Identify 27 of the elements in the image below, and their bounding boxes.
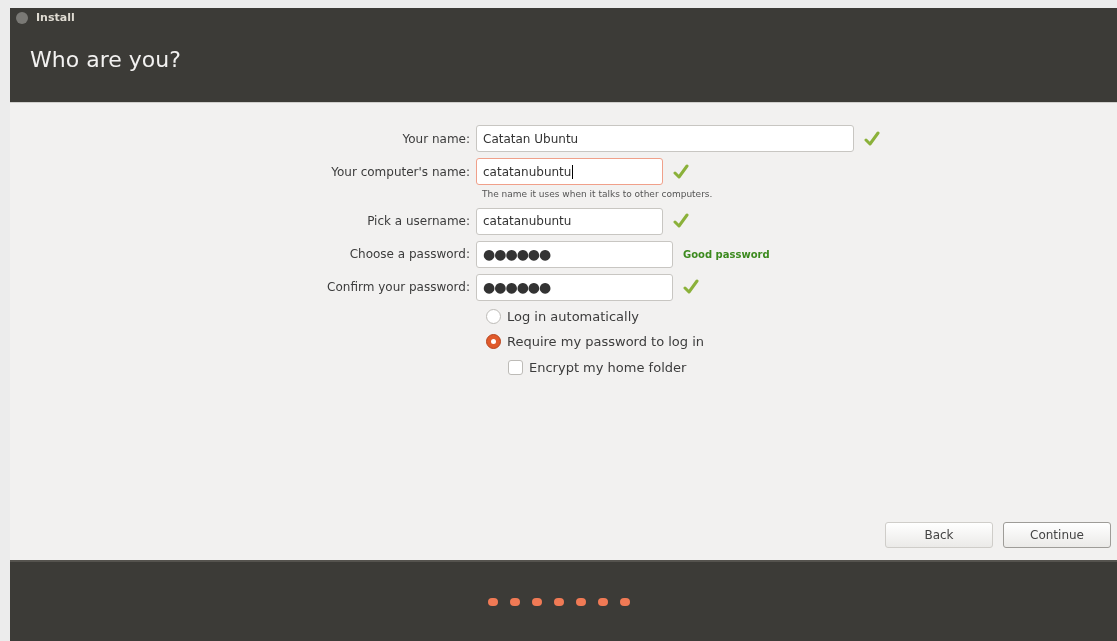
radio-button[interactable] xyxy=(486,308,501,324)
checkmark-icon xyxy=(864,130,880,147)
password-field[interactable]: ●●●●●● xyxy=(476,273,673,301)
continue-button[interactable]: Continue xyxy=(1003,522,1111,548)
radio-label: Require my password to log in xyxy=(507,333,705,351)
password-field[interactable]: ●●●●●● xyxy=(476,240,673,268)
checkmark-icon xyxy=(683,279,699,295)
checkmark-icon xyxy=(673,163,689,180)
checkmark-icon xyxy=(673,213,689,229)
field-hint: The name it uses when it talks to other computers. xyxy=(482,188,714,201)
page-heading: Who are you? xyxy=(30,45,181,74)
field-label: Pick a username: xyxy=(366,213,471,230)
window-title: Install xyxy=(36,9,75,26)
text-field[interactable]: Catatan Ubuntu xyxy=(476,125,854,152)
window-close-icon[interactable] xyxy=(16,12,28,24)
field-label: Your name: xyxy=(401,130,471,148)
radio-label: Log in automatically xyxy=(507,307,639,326)
password-strength: Good password xyxy=(683,247,770,262)
checkbox-label: Encrypt my home folder xyxy=(529,358,687,377)
field-label: Your computer's name: xyxy=(330,163,471,181)
field-label: Confirm your password: xyxy=(326,279,471,296)
back-button[interactable]: Back xyxy=(885,522,993,548)
radio-button[interactable] xyxy=(486,334,501,350)
text-field[interactable]: catatanubuntu xyxy=(476,207,663,235)
field-label: Choose a password: xyxy=(348,246,471,263)
checkbox[interactable] xyxy=(508,359,523,375)
text-field[interactable]: catatanubuntu xyxy=(476,158,663,185)
